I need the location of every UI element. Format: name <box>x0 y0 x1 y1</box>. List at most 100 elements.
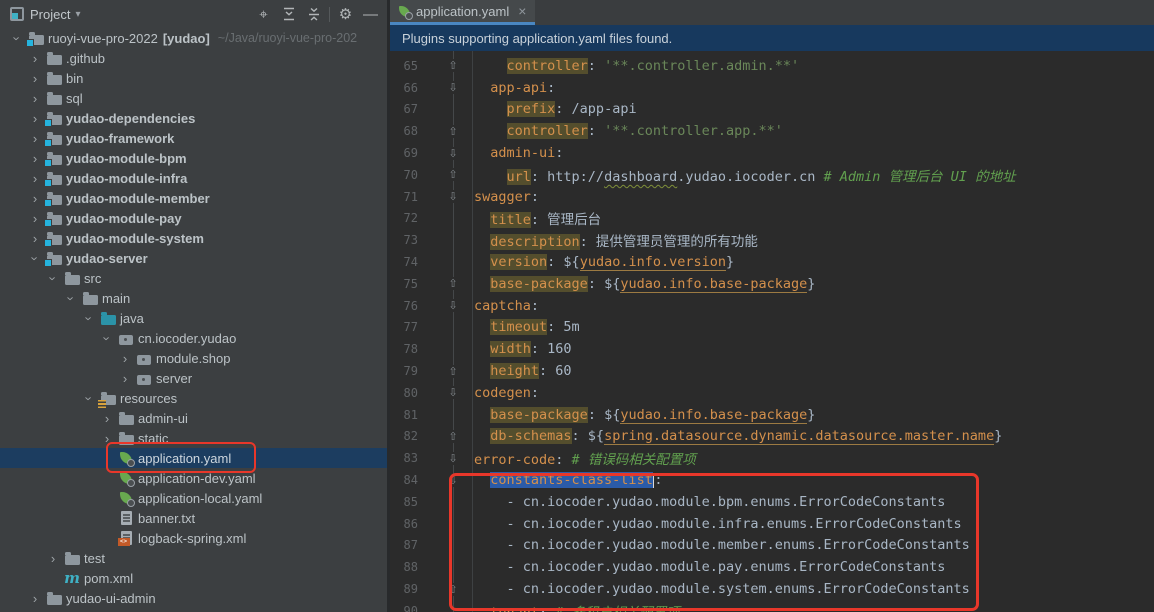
fold-marker-icon[interactable]: ⇧ <box>434 430 472 443</box>
fold-marker-icon[interactable]: ⇩ <box>434 386 472 399</box>
code-line-67[interactable]: 67 prefix: /app-api <box>390 99 1154 121</box>
tree-item-yudao-module-member[interactable]: ›yudao-module-member <box>0 188 387 208</box>
code-line-72[interactable]: 72 title: 管理后台 <box>390 208 1154 230</box>
tree-item-application-local-yaml[interactable]: application-local.yaml <box>0 488 387 508</box>
tree-item-cn-iocoder-yudao[interactable]: ›cn.iocoder.yudao <box>0 328 387 348</box>
tree-item-ruoyi-vue-pro-2022[interactable]: ›ruoyi-vue-pro-2022[yudao]~/Java/ruoyi-v… <box>0 28 387 48</box>
tab-close-icon[interactable]: × <box>518 3 526 19</box>
fold-marker-icon[interactable]: ⇩ <box>434 452 472 465</box>
fold-marker-icon[interactable]: ⇧ <box>434 365 472 378</box>
code-line-86[interactable]: 86 - cn.iocoder.yudao.module.infra.enums… <box>390 513 1154 535</box>
tree-item-banner-txt[interactable]: banner.txt <box>0 508 387 528</box>
tree-chevron-icon[interactable]: › <box>116 352 134 365</box>
tree-chevron-icon[interactable]: › <box>98 432 116 445</box>
tree-item-yudao-server[interactable]: ›yudao-server <box>0 248 387 268</box>
tree-item--github[interactable]: ›.github <box>0 48 387 68</box>
tree-item-bin[interactable]: ›bin <box>0 68 387 88</box>
code-line-84[interactable]: 84⇩ constants-class-list: <box>390 469 1154 491</box>
code-line-90[interactable]: 90 tenant: # 多租户相关配置项 <box>390 600 1154 612</box>
tree-chevron-icon[interactable]: › <box>98 412 116 425</box>
fold-marker-icon[interactable]: ⇧ <box>434 59 472 72</box>
tree-chevron-icon[interactable]: › <box>26 232 44 245</box>
code-line-76[interactable]: 76⇩captcha: <box>390 295 1154 317</box>
tree-item-server[interactable]: ›server <box>0 368 387 388</box>
fold-marker-icon[interactable]: ⇧ <box>434 583 472 596</box>
code-line-81[interactable]: 81 base-package: ${yudao.info.base-packa… <box>390 404 1154 426</box>
locate-icon[interactable]: ⌖ <box>251 2 276 26</box>
tree-chevron-icon[interactable]: › <box>26 52 44 65</box>
tree-chevron-icon[interactable]: › <box>47 269 60 287</box>
tree-item-yudao-dependencies[interactable]: ›yudao-dependencies <box>0 108 387 128</box>
tree-chevron-icon[interactable]: › <box>26 92 44 105</box>
code-line-71[interactable]: 71⇩swagger: <box>390 186 1154 208</box>
tree-chevron-icon[interactable]: › <box>11 29 24 47</box>
expand-all-icon[interactable] <box>276 2 301 26</box>
code-line-65[interactable]: 65⇧ controller: '**.controller.admin.**' <box>390 55 1154 77</box>
tree-item-module-shop[interactable]: ›module.shop <box>0 348 387 368</box>
tree-item-application-dev-yaml[interactable]: application-dev.yaml <box>0 468 387 488</box>
tree-item-yudao-framework[interactable]: ›yudao-framework <box>0 128 387 148</box>
tree-item-yudao-module-infra[interactable]: ›yudao-module-infra <box>0 168 387 188</box>
tree-chevron-icon[interactable]: › <box>116 372 134 385</box>
tree-item-java[interactable]: ›java <box>0 308 387 328</box>
code-line-74[interactable]: 74 version: ${yudao.info.version} <box>390 251 1154 273</box>
fold-marker-icon[interactable]: ⇩ <box>434 81 472 94</box>
tree-chevron-icon[interactable]: › <box>26 192 44 205</box>
tree-chevron-icon[interactable]: › <box>26 592 44 605</box>
tab-application-yaml[interactable]: application.yaml × <box>390 0 535 25</box>
tree-chevron-icon[interactable]: › <box>26 212 44 225</box>
code-line-70[interactable]: 70⇧ url: http://dashboard.yudao.iocoder.… <box>390 164 1154 186</box>
tree-item-main[interactable]: ›main <box>0 288 387 308</box>
fold-marker-icon[interactable]: ⇩ <box>434 147 472 160</box>
code-line-78[interactable]: 78 width: 160 <box>390 338 1154 360</box>
code-line-73[interactable]: 73 description: 提供管理员管理的所有功能 <box>390 229 1154 251</box>
code-line-69[interactable]: 69⇩ admin-ui: <box>390 142 1154 164</box>
tree-chevron-icon[interactable]: › <box>26 172 44 185</box>
tree-chevron-icon[interactable]: › <box>83 389 96 407</box>
tree-chevron-icon[interactable]: › <box>83 309 96 327</box>
tree-item-static[interactable]: ›static <box>0 428 387 448</box>
fold-marker-icon[interactable]: ⇩ <box>434 299 472 312</box>
code-line-89[interactable]: 89⇧ - cn.iocoder.yudao.module.system.enu… <box>390 578 1154 600</box>
code-line-79[interactable]: 79⇧ height: 60 <box>390 360 1154 382</box>
fold-marker-icon[interactable]: ⇧ <box>434 168 472 181</box>
code-line-85[interactable]: 85 - cn.iocoder.yudao.module.bpm.enums.E… <box>390 491 1154 513</box>
tree-item-src[interactable]: ›src <box>0 268 387 288</box>
code-line-66[interactable]: 66⇩ app-api: <box>390 77 1154 99</box>
tree-chevron-icon[interactable]: › <box>101 329 114 347</box>
code-line-80[interactable]: 80⇩codegen: <box>390 382 1154 404</box>
code-line-87[interactable]: 87 - cn.iocoder.yudao.module.member.enum… <box>390 535 1154 557</box>
collapse-all-icon[interactable] <box>301 2 326 26</box>
fold-marker-icon[interactable]: ⇩ <box>434 190 472 203</box>
tree-item-yudao-module-bpm[interactable]: ›yudao-module-bpm <box>0 148 387 168</box>
tree-item-yudao-ui-admin[interactable]: ›yudao-ui-admin <box>0 588 387 608</box>
code-line-82[interactable]: 82⇧ db-schemas: ${spring.datasource.dyna… <box>390 426 1154 448</box>
tree-item-partial[interactable]: › <box>0 608 387 612</box>
tree-item-test[interactable]: ›test <box>0 548 387 568</box>
settings-icon[interactable]: ⚙ <box>333 2 358 26</box>
code-line-88[interactable]: 88 - cn.iocoder.yudao.module.pay.enums.E… <box>390 556 1154 578</box>
tree-item-yudao-module-pay[interactable]: ›yudao-module-pay <box>0 208 387 228</box>
code-line-83[interactable]: 83⇩error-code: # 错误码相关配置项 <box>390 447 1154 469</box>
project-dropdown-chevron-icon[interactable]: ▾ <box>75 9 80 20</box>
code-line-75[interactable]: 75⇧ base-package: ${yudao.info.base-pack… <box>390 273 1154 295</box>
tree-chevron-icon[interactable]: › <box>26 132 44 145</box>
code-editor[interactable]: 65⇧ controller: '**.controller.admin.**'… <box>390 51 1154 612</box>
hide-panel-icon[interactable]: — <box>358 2 383 26</box>
fold-marker-icon[interactable]: ⇧ <box>434 125 472 138</box>
code-line-77[interactable]: 77 timeout: 5m <box>390 317 1154 339</box>
tree-chevron-icon[interactable]: › <box>29 249 42 267</box>
tree-item-yudao-module-system[interactable]: ›yudao-module-system <box>0 228 387 248</box>
tree-item-logback-spring-xml[interactable]: logback-spring.xml <box>0 528 387 548</box>
tree-chevron-icon[interactable]: › <box>26 72 44 85</box>
tree-chevron-icon[interactable]: › <box>65 289 78 307</box>
tree-chevron-icon[interactable]: › <box>44 552 62 565</box>
tree-item-pom-xml[interactable]: pom.xml <box>0 568 387 588</box>
code-line-68[interactable]: 68⇧ controller: '**.controller.app.**' <box>390 120 1154 142</box>
fold-marker-icon[interactable]: ⇩ <box>434 474 472 487</box>
tree-item-admin-ui[interactable]: ›admin-ui <box>0 408 387 428</box>
tree-item-sql[interactable]: ›sql <box>0 88 387 108</box>
tree-item-application-yaml[interactable]: application.yaml <box>0 448 387 468</box>
tree-chevron-icon[interactable]: › <box>26 112 44 125</box>
tree-item-resources[interactable]: ›resources <box>0 388 387 408</box>
